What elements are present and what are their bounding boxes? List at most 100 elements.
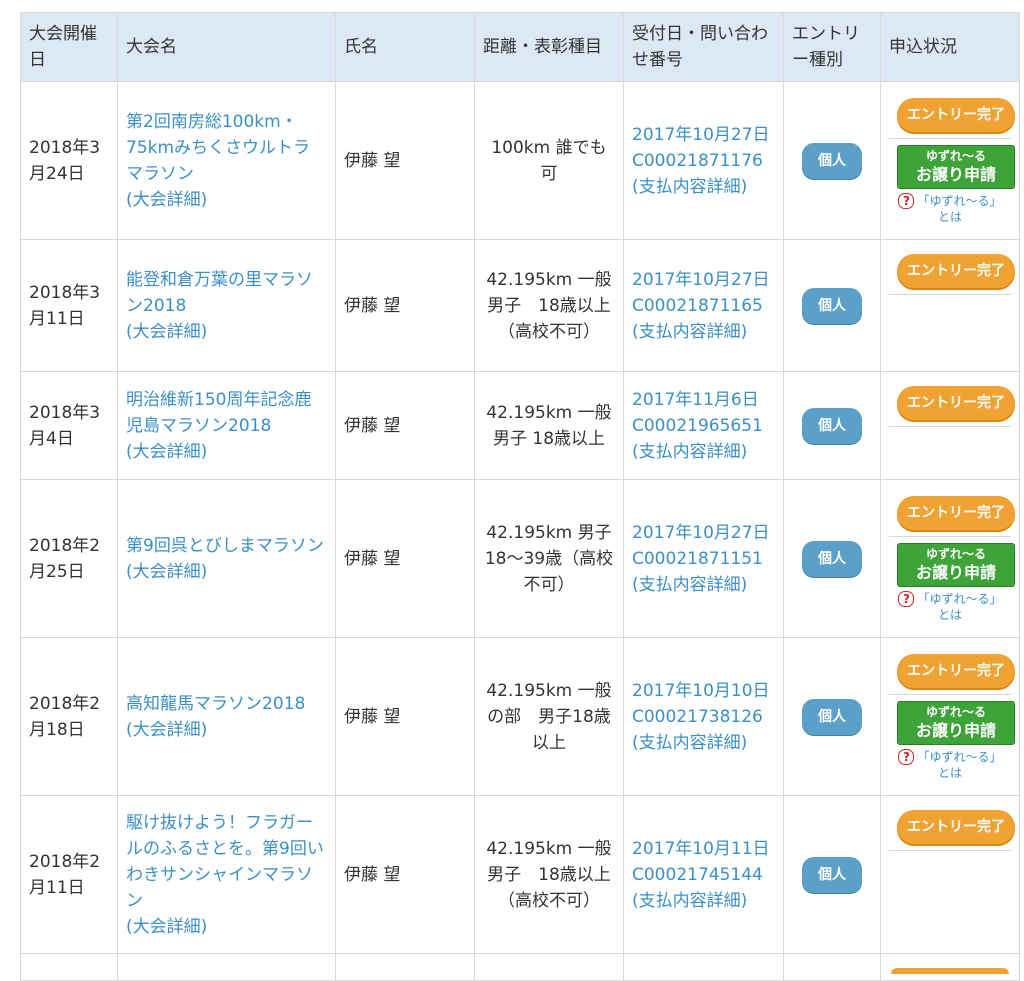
distance-category: 42.195km 男子 18〜39歳（高校不可） [474,479,629,638]
header-entry-type: エントリー種別 [783,12,881,82]
event-details-link[interactable]: (大会詳細) [126,559,327,585]
partial-cell [335,953,475,981]
resale-help-link[interactable]: ? 「ゆずれ〜る」とは [897,193,1003,225]
received-cell: 2017年10月27日 C00021871176 (支払内容詳細) [623,81,784,240]
entry-complete-button[interactable]: エントリー完了 [897,98,1015,132]
entry-type-badge: 個人 [802,407,862,444]
event-date: 2018年2月18日 [20,637,118,796]
inquiry-number-link[interactable]: C00021871165 [632,293,775,319]
resale-help-text: 「ゆずれ〜る」とは [917,750,1002,780]
received-date-link[interactable]: 2017年10月27日 [632,520,775,546]
resale-label-action: お譲り申請 [915,721,996,740]
table-row: 2018年3月4日 明治維新150周年記念鹿児島マラソン2018 (大会詳細) … [20,371,1020,480]
event-name-link[interactable]: 第9回呉とびしまマラソン [126,533,327,559]
payment-details-link[interactable]: (支払内容詳細) [632,730,775,756]
entry-complete-button[interactable]: エントリー完了 [897,386,1015,420]
payment-details-link[interactable]: (支払内容詳細) [632,439,775,465]
entry-complete-button[interactable]: エントリー完了 [897,810,1015,844]
event-details-link[interactable]: (大会詳細) [126,914,327,940]
event-cell: 第2回南房総100km・75kmみちくさウルトラマラソン (大会詳細) [117,81,336,240]
entry-type-badge: 個人 [802,540,862,577]
distance-category: 42.195km 一般男子 18歳以上 [474,371,624,480]
entry-type-cell: 個人 [783,81,881,240]
event-cell: 駆け抜けよう！フラガールのふるさとを。第9回いわきサンシャインマラソン (大会詳… [117,795,336,954]
inquiry-number-link[interactable]: C00021871151 [632,546,775,572]
entry-type-badge: 個人 [802,287,862,324]
resale-label-brand: ゆずれ〜る [925,547,986,561]
payment-details-link[interactable]: (支払内容詳細) [632,888,775,914]
header-date: 大会開催日 [20,12,118,82]
table-row: 2018年3月24日 第2回南房総100km・75kmみちくさウルトラマラソン … [20,81,1020,240]
person-name: 伊藤 望 [335,795,475,954]
entry-type-cell: 個人 [783,371,881,480]
entry-complete-button[interactable]: エントリー完了 [897,254,1015,288]
inquiry-number-link[interactable]: C00021965651 [632,413,775,439]
event-name-link[interactable]: 高知龍馬マラソン2018 [126,691,327,717]
table-row: 2018年2月25日 第9回呉とびしまマラソン (大会詳細) 伊藤 望 42.1… [20,479,1020,638]
entry-type-badge: 個人 [802,698,862,735]
entry-complete-button[interactable]: エントリー完了 [897,654,1015,688]
received-date-link[interactable]: 2017年11月6日 [632,387,775,413]
person-name: 伊藤 望 [335,479,475,638]
event-details-link[interactable]: (大会詳細) [126,717,327,743]
resale-help-text: 「ゆずれ〜る」とは [917,592,1002,622]
event-cell: 第9回呉とびしまマラソン (大会詳細) [117,479,336,638]
entry-type-cell: 個人 [783,479,881,638]
resale-label-brand: ゆずれ〜る [925,705,986,719]
received-date-link[interactable]: 2017年10月27日 [632,122,775,148]
resale-label-action: お譲り申請 [915,165,996,184]
event-cell: 明治維新150周年記念鹿児島マラソン2018 (大会詳細) [117,371,336,480]
inquiry-number-link[interactable]: C00021871176 [632,148,775,174]
received-cell: 2017年10月27日 C00021871165 (支払内容詳細) [623,239,784,372]
distance-category: 42.195km 一般の部 男子18歳以上 [474,637,624,796]
event-name-link[interactable]: 駆け抜けよう！フラガールのふるさとを。第9回いわきサンシャインマラソン [126,810,327,914]
event-cell: 高知龍馬マラソン2018 (大会詳細) [117,637,336,796]
partial-cell [783,953,881,981]
inquiry-number-link[interactable]: C00021745144 [632,862,775,888]
resale-request-button[interactable]: ゆずれ〜る お譲り申請 [897,701,1015,745]
person-name: 伊藤 望 [335,637,475,796]
resale-help-link[interactable]: ? 「ゆずれ〜る」とは [897,749,1003,781]
entry-complete-button[interactable]: エントリー完了 [897,496,1015,530]
question-icon: ? [898,591,915,607]
event-date: 2018年3月11日 [20,239,118,372]
entry-type-cell: 個人 [783,239,881,372]
partial-cell [880,953,1020,981]
resale-label-brand: ゆずれ〜る [925,149,986,163]
partial-cell [623,953,784,981]
entry-type-badge: 個人 [802,142,862,179]
resale-request-button[interactable]: ゆずれ〜る お譲り申請 [897,543,1015,587]
payment-details-link[interactable]: (支払内容詳細) [632,319,775,345]
partial-cell [474,953,624,981]
status-cell: エントリー完了 ゆずれ〜る お譲り申請 ? 「ゆずれ〜る」とは [880,479,1020,638]
event-name-link[interactable]: 第2回南房総100km・75kmみちくさウルトラマラソン [126,109,327,187]
resale-request-button[interactable]: ゆずれ〜る お譲り申請 [897,145,1015,189]
table-row-partial [20,953,1020,981]
header-row: 大会開催日 大会名 氏名 距離・表彰種目 受付日・問い合わせ番号 エントリー種別… [20,12,1020,82]
inquiry-number-link[interactable]: C00021738126 [632,704,775,730]
event-details-link[interactable]: (大会詳細) [126,439,327,465]
entry-type-cell: 個人 [783,795,881,954]
status-cell: エントリー完了 ゆずれ〜る お譲り申請 ? 「ゆずれ〜る」とは [880,81,1020,240]
resale-label-action: お譲り申請 [915,563,996,582]
event-date: 2018年3月24日 [20,81,118,240]
event-name-link[interactable]: 能登和倉万葉の里マラソン2018 [126,267,327,319]
received-date-link[interactable]: 2017年10月11日 [632,836,775,862]
entries-table: 大会開催日 大会名 氏名 距離・表彰種目 受付日・問い合わせ番号 エントリー種別… [20,12,1020,981]
status-cell: エントリー完了 [880,239,1020,372]
question-icon: ? [898,749,915,765]
entry-complete-button-partial[interactable] [891,968,1009,974]
event-details-link[interactable]: (大会詳細) [126,319,327,345]
received-date-link[interactable]: 2017年10月27日 [632,267,775,293]
received-cell: 2017年10月10日 C00021738126 (支払内容詳細) [623,637,784,796]
payment-details-link[interactable]: (支払内容詳細) [632,572,775,598]
received-date-link[interactable]: 2017年10月10日 [632,678,775,704]
header-status: 申込状況 [880,12,1020,82]
header-distance: 距離・表彰種目 [474,12,624,82]
resale-help-link[interactable]: ? 「ゆずれ〜る」とは [897,591,1003,623]
event-details-link[interactable]: (大会詳細) [126,187,327,213]
status-cell: エントリー完了 [880,795,1020,954]
event-name-link[interactable]: 明治維新150周年記念鹿児島マラソン2018 [126,387,327,439]
header-person: 氏名 [335,12,475,82]
payment-details-link[interactable]: (支払内容詳細) [632,174,775,200]
